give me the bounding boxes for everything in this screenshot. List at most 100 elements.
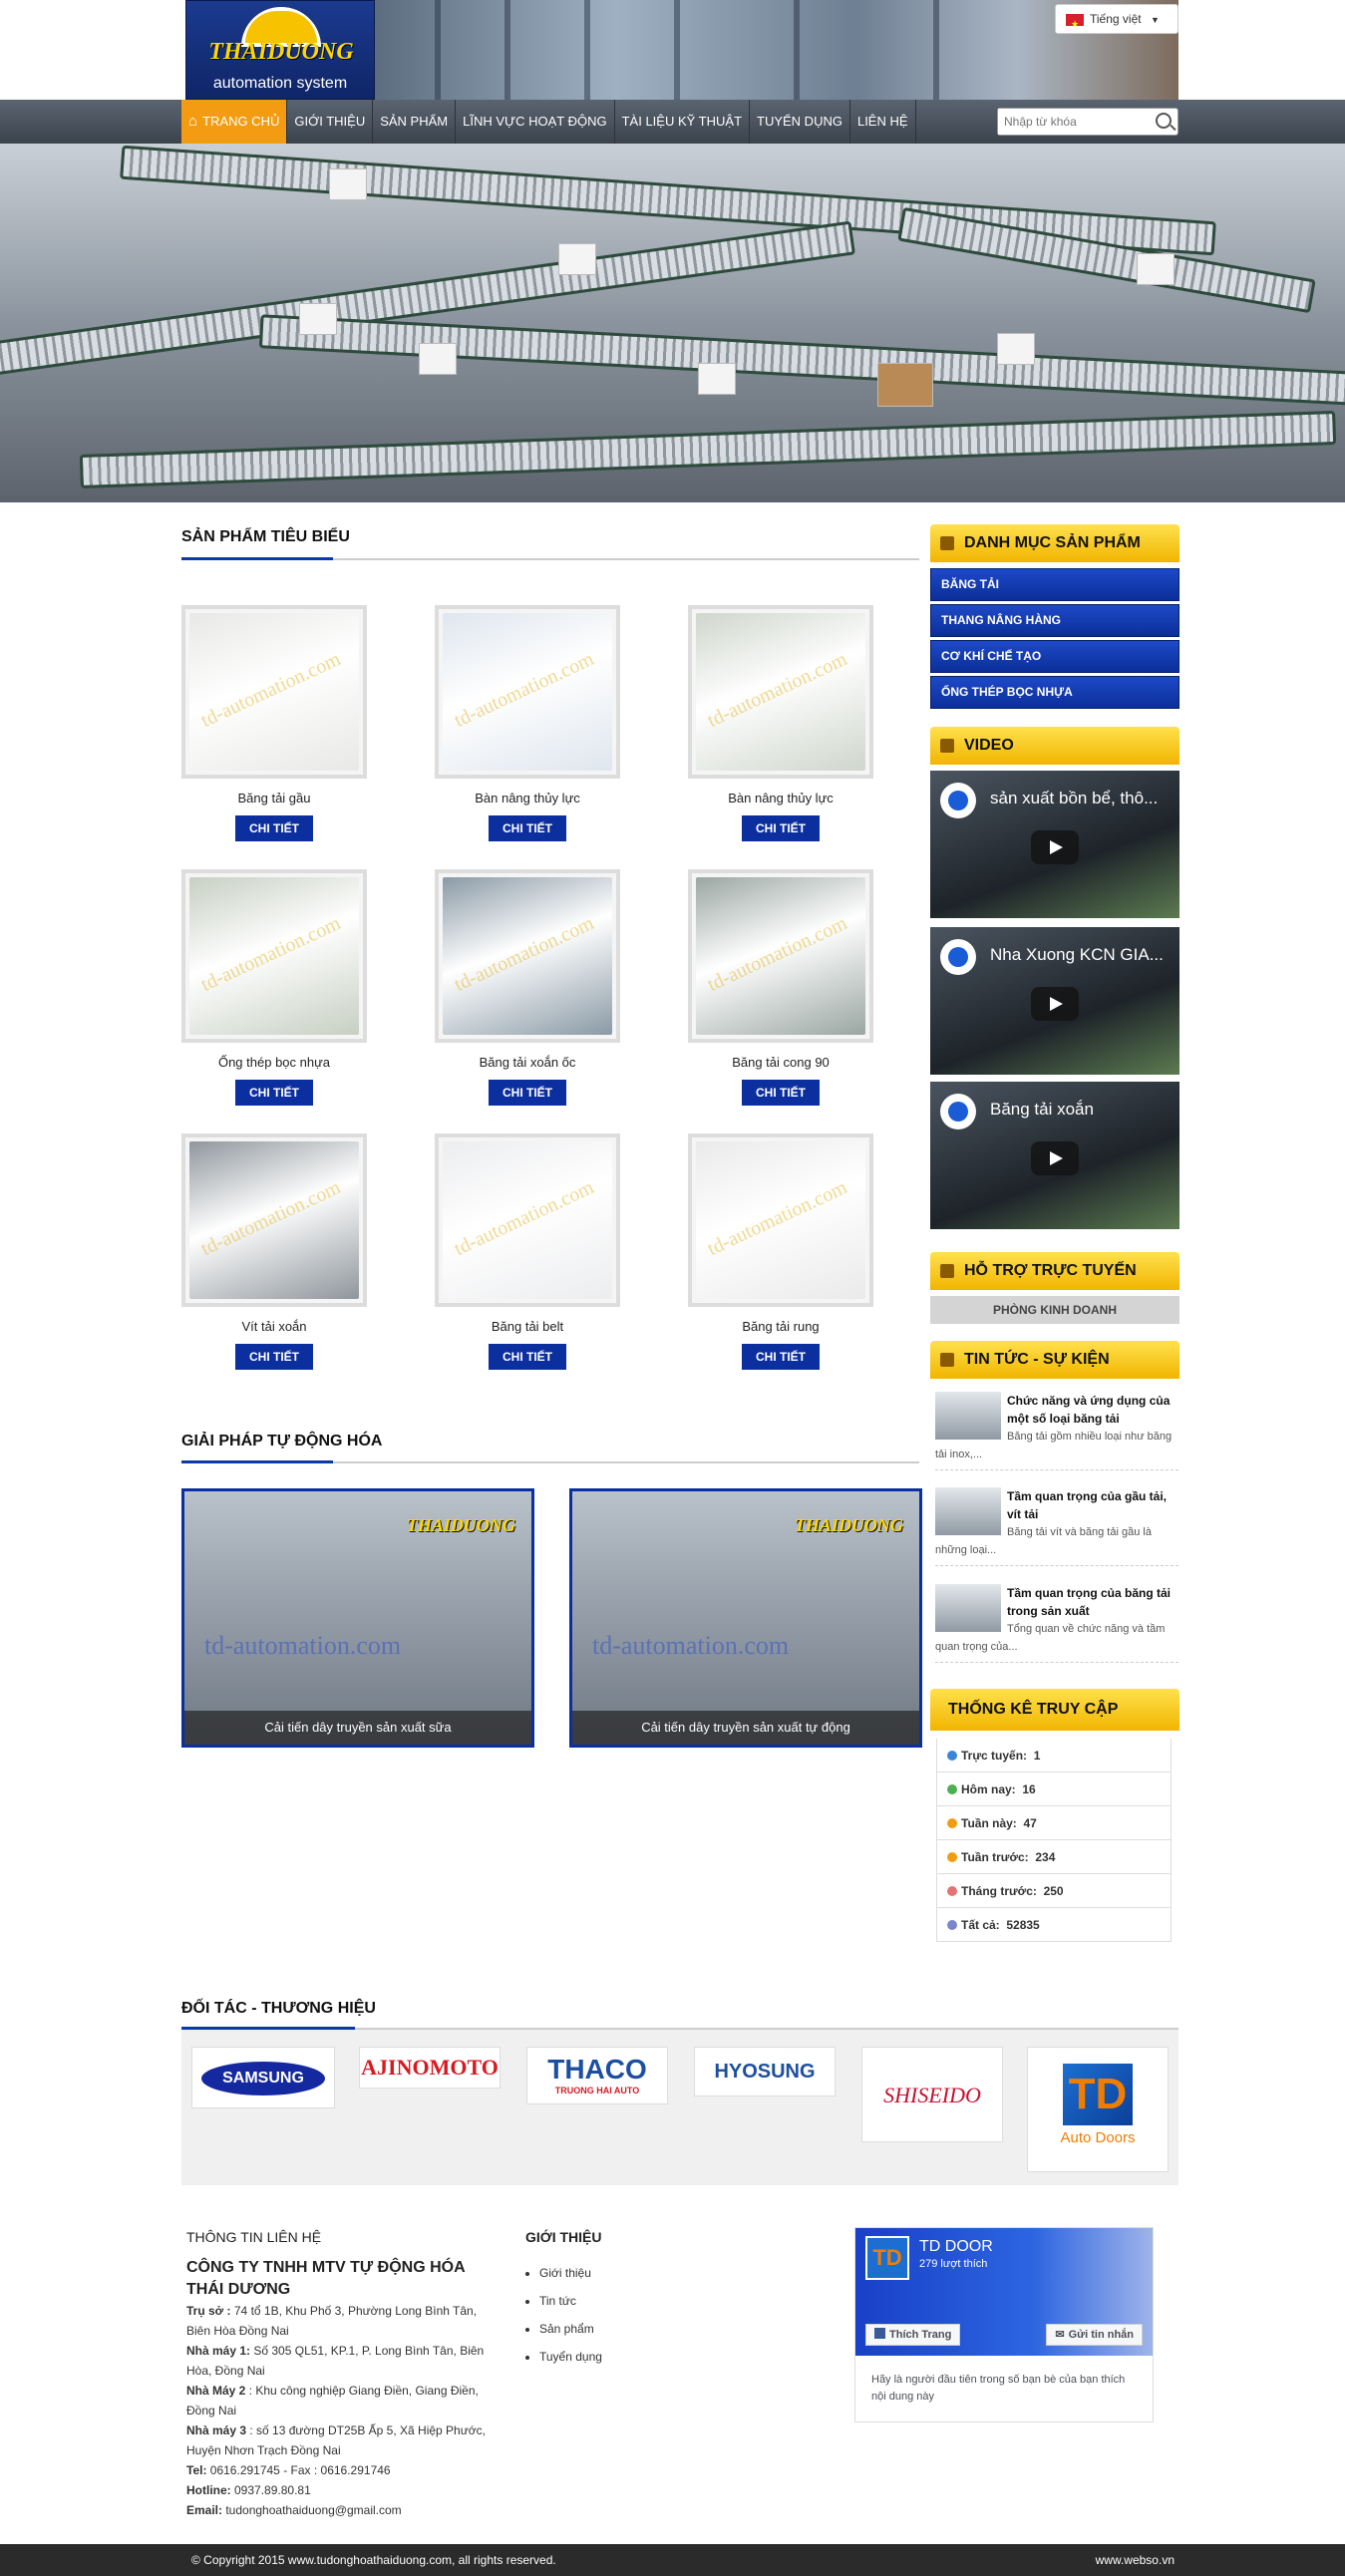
video-embed[interactable]: Băng tải xoắn bbox=[930, 1082, 1179, 1229]
play-icon[interactable] bbox=[1031, 1141, 1079, 1175]
product-detail-button[interactable]: CHI TIẾT bbox=[742, 815, 820, 841]
partner-logo-samsung[interactable]: SAMSUNG bbox=[191, 2047, 335, 2108]
product-name[interactable]: Băng tải xoắn ốc bbox=[435, 1055, 620, 1070]
news-item[interactable]: Chức năng và ứng dụng của một số loại bă… bbox=[935, 1392, 1178, 1470]
news-thumbnail[interactable] bbox=[935, 1487, 1001, 1535]
stat-icon bbox=[947, 1852, 957, 1862]
footer-contact-title: THÔNG TIN LIÊN HỆ bbox=[186, 2229, 322, 2245]
credit-link[interactable]: www.webso.vn bbox=[1096, 2544, 1175, 2576]
footer-intro-title: GIỚI THIỆU bbox=[525, 2229, 602, 2245]
nav-item-home[interactable]: ⌂ TRANG CHỦ bbox=[181, 100, 288, 144]
category-link[interactable]: THANG NÂNG HÀNG bbox=[930, 604, 1179, 637]
solution-card[interactable]: THAIDUONG td-automation.com Cải tiến dây… bbox=[569, 1488, 922, 1748]
support-heading: HỖ TRỢ TRỰC TUYẾN bbox=[930, 1252, 1179, 1290]
language-label: Tiếng việt bbox=[1090, 12, 1142, 26]
contact-label: Nhà máy 3 bbox=[186, 2423, 247, 2437]
product-name[interactable]: Vít tải xoắn bbox=[181, 1319, 367, 1334]
category-link[interactable]: BĂNG TẢI bbox=[930, 568, 1179, 601]
product-detail-button[interactable]: CHI TIẾT bbox=[489, 1080, 566, 1106]
product-detail-button[interactable]: CHI TIẾT bbox=[489, 815, 566, 841]
category-link[interactable]: ỐNG THÉP BỌC NHỰA bbox=[930, 676, 1179, 709]
vietnam-flag-icon bbox=[1066, 10, 1084, 38]
product-name[interactable]: Băng tải gầu bbox=[181, 791, 367, 805]
fb-like-label: Thích Trang bbox=[889, 2329, 952, 2341]
partner-logo-thaco[interactable]: THACO TRUONG HAI AUTO bbox=[526, 2047, 668, 2104]
product-name[interactable]: Bàn nâng thủy lực bbox=[435, 791, 620, 805]
product-detail-button[interactable]: CHI TIẾT bbox=[235, 1080, 313, 1106]
news-heading: TIN TỨC - SỰ KIỆN bbox=[930, 1341, 1179, 1379]
product-detail-button[interactable]: CHI TIẾT bbox=[489, 1344, 566, 1370]
partner-name: AJINOMOTO bbox=[361, 2055, 499, 2080]
product-detail-button[interactable]: CHI TIẾT bbox=[235, 815, 313, 841]
product-card: td-automation.com Băng tải gầu CHI TIẾT bbox=[181, 605, 367, 841]
stat-value: 234 bbox=[1035, 1850, 1056, 1864]
nav-item-fields[interactable]: LĨNH VỰC HOẠT ĐỘNG bbox=[456, 100, 615, 144]
product-image[interactable]: td-automation.com bbox=[435, 1133, 620, 1307]
nav-item-label: TRANG CHỦ bbox=[202, 114, 280, 129]
footer-link[interactable]: Tuyển dụng bbox=[539, 2343, 602, 2371]
fb-page-name[interactable]: TD DOOR bbox=[919, 2238, 993, 2256]
partner-logo-td-autodoors[interactable]: TD Auto Doors bbox=[1027, 2047, 1169, 2172]
stat-value: 250 bbox=[1043, 1884, 1064, 1898]
product-image[interactable]: td-automation.com bbox=[435, 605, 620, 779]
product-image[interactable]: td-automation.com bbox=[688, 1133, 873, 1307]
video-embed[interactable]: Nha Xuong KCN GIA... bbox=[930, 927, 1179, 1075]
nav-item-contact[interactable]: LIÊN HỆ bbox=[850, 100, 916, 144]
partner-name: THACO bbox=[547, 2054, 647, 2085]
nav-item-about[interactable]: GIỚI THIỆU bbox=[287, 100, 374, 144]
partner-logo-hyosung[interactable]: HYOSUNG bbox=[694, 2047, 836, 2096]
facebook-page-widget: TD TD DOOR 279 lượt thích Thích Trang ✉ G… bbox=[854, 2227, 1154, 2422]
contact-text: tudonghoathaiduong@gmail.com bbox=[222, 2503, 402, 2517]
product-image[interactable]: td-automation.com bbox=[688, 869, 873, 1043]
contact-line: Nhà máy 1: Số 305 QL51, KP.1, P. Long Bì… bbox=[186, 2341, 496, 2381]
product-name[interactable]: Băng tải cong 90 bbox=[688, 1055, 873, 1070]
support-department[interactable]: PHÒNG KINH DOANH bbox=[930, 1296, 1179, 1324]
fb-page-avatar[interactable]: TD bbox=[865, 2236, 909, 2280]
news-item[interactable]: Tầm quan trọng của gầu tải, vít tải Băng … bbox=[935, 1487, 1178, 1566]
product-image[interactable]: td-automation.com bbox=[181, 1133, 367, 1307]
partner-name: TD bbox=[1063, 2064, 1133, 2125]
play-icon[interactable] bbox=[1031, 987, 1079, 1021]
stat-row: Hôm nay: 16 bbox=[936, 1772, 1172, 1806]
search-icon[interactable] bbox=[1156, 113, 1172, 129]
stats-heading: THỐNG KÊ TRUY CẬP bbox=[930, 1689, 1179, 1731]
language-selector[interactable]: Tiếng việt ▼ bbox=[1055, 4, 1178, 38]
product-detail-button[interactable]: CHI TIẾT bbox=[742, 1080, 820, 1106]
footer-link[interactable]: Tin tức bbox=[539, 2287, 602, 2315]
partner-logo-ajinomoto[interactable]: AJINOMOTO bbox=[359, 2047, 501, 2089]
product-image[interactable]: td-automation.com bbox=[688, 605, 873, 779]
stat-icon bbox=[947, 1784, 957, 1794]
product-name[interactable]: Băng tải belt bbox=[435, 1319, 620, 1334]
nav-item-docs[interactable]: TÀI LIỆU KỸ THUẬT bbox=[615, 100, 751, 144]
news-item[interactable]: Tầm quan trọng của băng tải trong sản xu… bbox=[935, 1584, 1178, 1663]
partner-logo-shiseido[interactable]: SHISEIDO bbox=[861, 2047, 1003, 2142]
stat-label: Trực tuyến: bbox=[961, 1749, 1028, 1763]
news-thumbnail[interactable] bbox=[935, 1392, 1001, 1440]
solution-caption: Cải tiến dây truyền sản xuất sữa bbox=[184, 1711, 531, 1745]
footer-link[interactable]: Giới thiệu bbox=[539, 2259, 602, 2287]
copyright-text: © Copyright 2015 www.tudonghoathaiduong.… bbox=[191, 2553, 556, 2567]
fb-like-button[interactable]: Thích Trang bbox=[865, 2324, 961, 2346]
nav-item-careers[interactable]: TUYỂN DỤNG bbox=[750, 100, 850, 144]
product-detail-button[interactable]: CHI TIẾT bbox=[742, 1344, 820, 1370]
play-icon[interactable] bbox=[1031, 830, 1079, 864]
product-name[interactable]: Ống thép bọc nhựa bbox=[181, 1055, 367, 1070]
contact-text: 74 tổ 1B, Khu Phố 3, Phường Long Bình Tâ… bbox=[186, 2304, 478, 2338]
search-input[interactable] bbox=[998, 109, 1148, 135]
category-link[interactable]: CƠ KHÍ CHẾ TẠO bbox=[930, 640, 1179, 673]
product-name[interactable]: Bàn nâng thủy lực bbox=[688, 791, 873, 805]
product-image[interactable]: td-automation.com bbox=[181, 869, 367, 1043]
news-thumbnail[interactable] bbox=[935, 1584, 1001, 1632]
footer-link[interactable]: Sản phẩm bbox=[539, 2315, 602, 2343]
solution-card[interactable]: THAIDUONG td-automation.com Cải tiến dây… bbox=[181, 1488, 534, 1748]
product-name[interactable]: Băng tải rung bbox=[688, 1319, 873, 1334]
product-detail-button[interactable]: CHI TIẾT bbox=[235, 1344, 313, 1370]
fb-message-button[interactable]: ✉ Gửi tin nhắn bbox=[1046, 2324, 1143, 2346]
watermark: td-automation.com bbox=[204, 1631, 402, 1660]
video-embed[interactable]: sản xuất bồn bể, thô... bbox=[930, 771, 1179, 918]
product-image[interactable]: td-automation.com bbox=[435, 869, 620, 1043]
product-card: td-automation.com Băng tải cong 90 CHI TIẾ… bbox=[688, 869, 873, 1106]
site-logo[interactable]: THAIDUONG automation system bbox=[185, 0, 375, 100]
nav-item-products[interactable]: SẢN PHẨM bbox=[373, 100, 457, 144]
product-image[interactable]: td-automation.com bbox=[181, 605, 367, 779]
